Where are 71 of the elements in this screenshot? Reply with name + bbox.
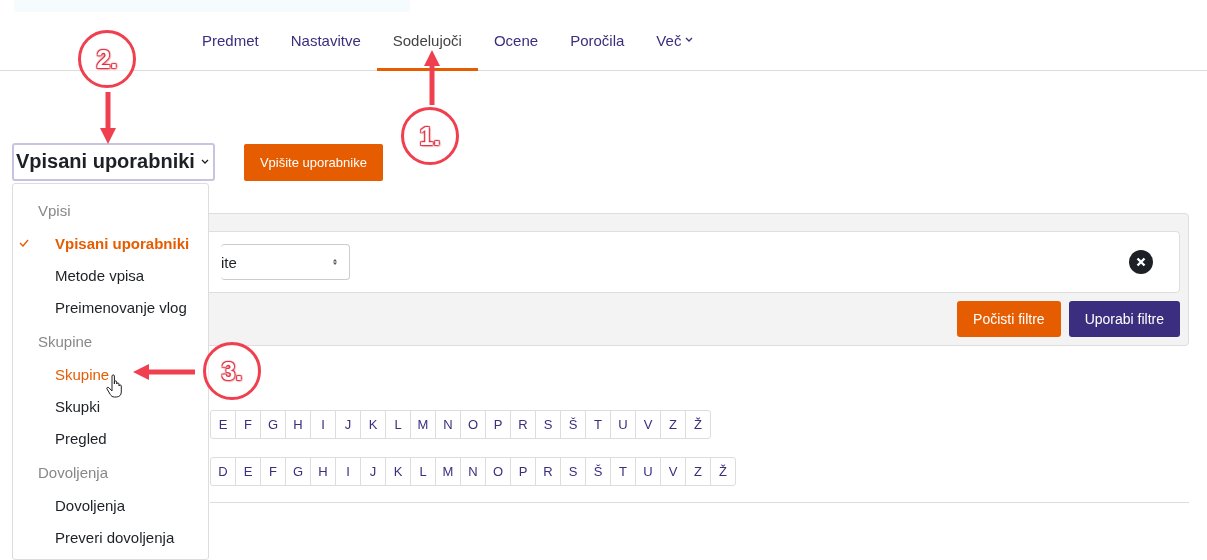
menu-item[interactable]: Preveri dovoljenja <box>13 521 208 553</box>
letter-filter[interactable]: L <box>386 411 411 438</box>
letter-filter[interactable]: R <box>536 458 561 485</box>
letter-filter[interactable]: N <box>436 411 461 438</box>
letter-filter[interactable]: N <box>461 458 486 485</box>
letter-filter[interactable]: M <box>436 458 461 485</box>
callout-number: 2. <box>78 30 136 88</box>
caret-icon <box>200 158 209 165</box>
filter-select[interactable]: ite <box>221 244 350 280</box>
letter-filter[interactable]: P <box>486 411 511 438</box>
check-icon <box>19 239 29 247</box>
clear-filters-button[interactable]: Počisti filtre <box>957 301 1061 337</box>
letter-filter[interactable]: L <box>411 458 436 485</box>
letter-filter[interactable]: V <box>636 411 661 438</box>
letter-filter[interactable]: Š <box>586 458 611 485</box>
letter-filter[interactable]: U <box>611 411 636 438</box>
apply-filters-button[interactable]: Uporabi filtre <box>1068 301 1180 337</box>
close-icon <box>1129 250 1153 274</box>
letter-filter[interactable]: E <box>236 458 261 485</box>
callout-number: 3. <box>203 342 261 400</box>
menu-item[interactable]: Dovoljenja <box>13 489 208 521</box>
letter-filter[interactable]: Z <box>686 458 711 485</box>
letter-filter[interactable]: Z <box>661 411 686 438</box>
letter-filter[interactable]: U <box>636 458 661 485</box>
nav-tab[interactable]: Predmet <box>186 12 275 71</box>
nav-tab[interactable]: Več <box>640 12 710 71</box>
page-select[interactable]: Vpisani uporabniki <box>12 143 215 181</box>
letter-filter[interactable]: R <box>511 411 536 438</box>
letter-filter[interactable]: H <box>311 458 336 485</box>
letter-filter[interactable]: K <box>361 411 386 438</box>
callout-arrow <box>424 50 440 105</box>
menu-heading: Dovoljenja <box>37 463 110 483</box>
letter-filter[interactable]: S <box>536 411 561 438</box>
letter-filter[interactable]: Ž <box>711 458 735 485</box>
letter-filter[interactable]: J <box>336 411 361 438</box>
menu-item[interactable]: Preimenovanje vlog <box>13 291 208 323</box>
menu-item[interactable]: Metode vpisa <box>13 259 208 291</box>
sort-icon <box>331 259 339 265</box>
letter-filter[interactable]: T <box>611 458 636 485</box>
letter-filter[interactable]: T <box>586 411 611 438</box>
letter-filter[interactable]: I <box>311 411 336 438</box>
menu-item[interactable]: Pregled <box>13 422 208 454</box>
letter-filter[interactable]: M <box>411 411 436 438</box>
enrol-button[interactable]: Vpišite uporabnike <box>243 143 383 181</box>
menu-heading: Skupine <box>37 332 94 352</box>
menu-heading: Vpisi <box>37 201 72 221</box>
letter-filter[interactable]: P <box>511 458 536 485</box>
callout-arrow <box>133 364 195 380</box>
letter-filter[interactable]: J <box>361 458 386 485</box>
callout-number: 1. <box>401 107 459 165</box>
menu-item[interactable]: Vpisani uporabniki <box>13 227 208 259</box>
letter-filter[interactable]: V <box>661 458 686 485</box>
letter-filter[interactable]: Š <box>561 411 586 438</box>
letter-filter[interactable]: G <box>286 458 311 485</box>
letter-filter[interactable]: Ž <box>686 411 710 438</box>
letter-filter[interactable]: D <box>211 458 236 485</box>
caret-icon <box>685 37 694 43</box>
letter-filter[interactable]: G <box>261 411 286 438</box>
letter-filter[interactable]: O <box>486 458 511 485</box>
letter-filter[interactable]: K <box>386 458 411 485</box>
nav-tab[interactable]: Ocene <box>477 12 555 71</box>
nav-tab[interactable]: Nastavitve <box>274 12 377 71</box>
letter-filter[interactable]: F <box>236 411 261 438</box>
letter-filter[interactable]: O <box>461 411 486 438</box>
letter-filter[interactable]: S <box>561 458 586 485</box>
nav-tab[interactable]: Poročila <box>554 12 641 71</box>
callout-arrow <box>100 92 116 144</box>
letter-filter[interactable]: F <box>261 458 286 485</box>
letter-filter[interactable]: H <box>286 411 311 438</box>
letter-filter[interactable]: E <box>211 411 236 438</box>
letter-filter[interactable]: I <box>336 458 361 485</box>
